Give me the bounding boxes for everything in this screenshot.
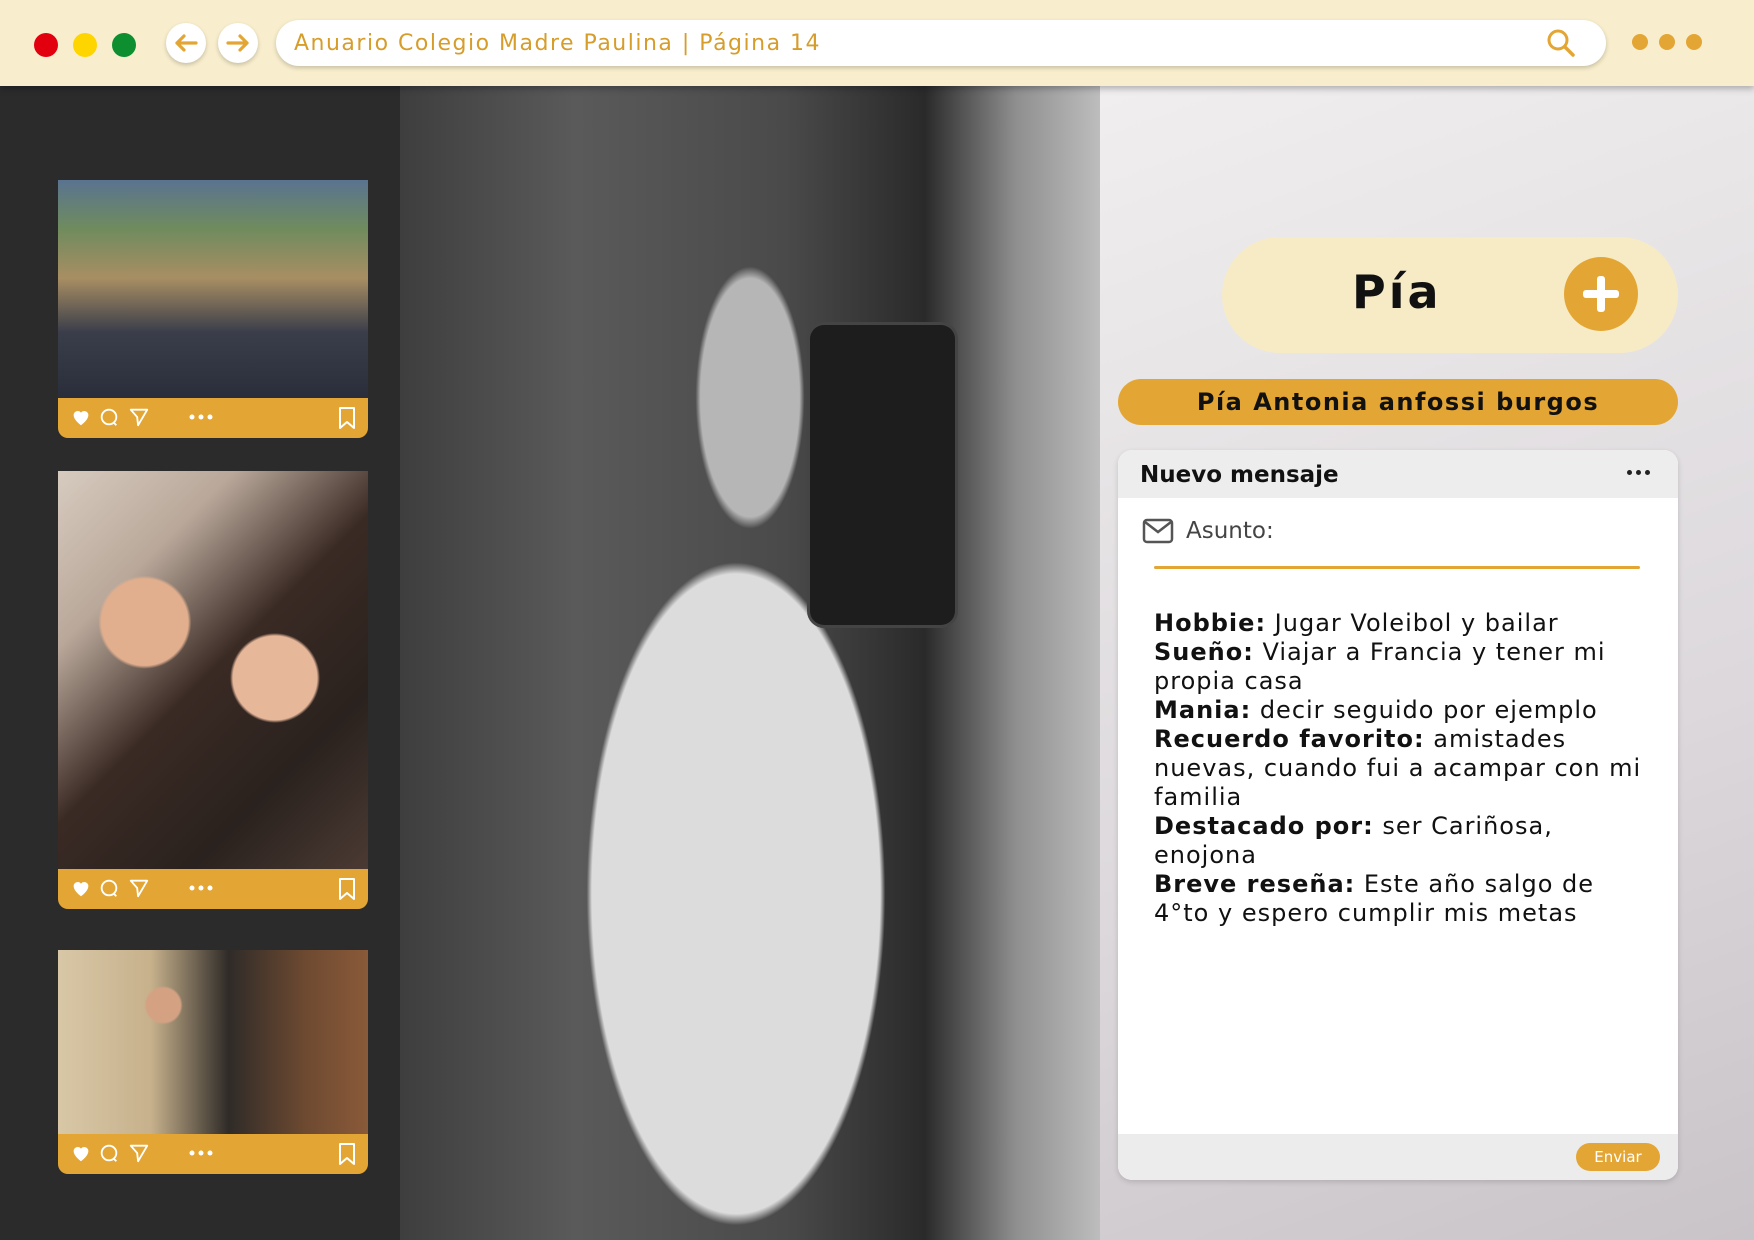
search-icon[interactable] — [1546, 28, 1576, 62]
browser-toolbar: Anuario Colegio Madre Paulina | Página 1… — [0, 0, 1754, 86]
bio-value: decir seguido por ejemplo — [1251, 696, 1598, 724]
minimize-window-dot[interactable] — [73, 33, 97, 57]
more-icon[interactable] — [188, 877, 214, 899]
posts-column — [0, 86, 400, 1240]
subject-underline — [1154, 566, 1640, 569]
bio-label: Sueño: — [1154, 638, 1254, 666]
send-button[interactable]: Enviar — [1576, 1143, 1660, 1171]
bio-line-destacado: Destacado por: ser Cariñosa, enojona — [1154, 812, 1654, 870]
bio-label: Destacado por: — [1154, 812, 1374, 840]
bio-label: Breve reseña: — [1154, 870, 1356, 898]
forward-button[interactable] — [218, 23, 258, 63]
new-message-card: Nuevo mensaje Asunto: Hobbie: Jugar Vole… — [1118, 450, 1678, 1180]
family-photo[interactable] — [58, 180, 368, 398]
phone-in-photo — [810, 325, 955, 625]
message-title: Nuevo mensaje — [1140, 462, 1339, 488]
post-card — [58, 180, 368, 438]
heart-icon[interactable] — [70, 406, 92, 428]
more-icon[interactable] — [188, 1142, 214, 1164]
bio-value: Jugar Voleibol y bailar — [1266, 609, 1559, 637]
profile-full-name: Pía Antonia anfossi burgos — [1118, 379, 1678, 425]
address-bar[interactable]: Anuario Colegio Madre Paulina | Página 1… — [276, 20, 1606, 66]
more-dots-icon[interactable] — [1627, 470, 1650, 475]
address-text: Anuario Colegio Madre Paulina | Página 1… — [294, 31, 822, 56]
bio-line-recuerdo: Recuerdo favorito: amistades nuevas, cua… — [1154, 725, 1654, 812]
comment-icon[interactable] — [98, 406, 120, 428]
bio-label: Hobbie: — [1154, 609, 1267, 637]
seated-portrait[interactable] — [58, 950, 368, 1134]
subject-field[interactable]: Asunto: — [1142, 518, 1274, 544]
arrow-right-icon — [226, 34, 249, 52]
bio-line-sueno: Sueño: Viajar a Francia y tener mi propi… — [1154, 638, 1654, 696]
bookmark-icon[interactable] — [336, 1142, 358, 1166]
comment-icon[interactable] — [98, 1142, 120, 1164]
heart-icon[interactable] — [70, 1142, 92, 1164]
bookmark-icon[interactable] — [336, 877, 358, 901]
post-action-bar — [58, 869, 368, 909]
post-card — [58, 950, 368, 1174]
profile-name-pill: Pía — [1222, 237, 1678, 353]
bio-label: Recuerdo favorito: — [1154, 725, 1425, 753]
more-icon[interactable] — [188, 406, 214, 428]
post-card — [58, 471, 368, 909]
bio-line-mania: Mania: decir seguido por ejemplo — [1154, 696, 1654, 725]
heart-icon[interactable] — [70, 877, 92, 899]
subject-label: Asunto: — [1186, 518, 1274, 544]
message-body: Hobbie: Jugar Voleibol y bailar Sueño: V… — [1154, 609, 1654, 928]
friends-selfie[interactable] — [58, 471, 368, 869]
back-button[interactable] — [166, 23, 206, 63]
send-icon[interactable] — [128, 1142, 150, 1164]
bio-line-resena: Breve reseña: Este año salgo de 4°to y e… — [1154, 870, 1654, 928]
message-footer: Enviar — [1118, 1134, 1678, 1180]
add-plus-button[interactable] — [1564, 257, 1638, 331]
main-portrait-photo — [400, 86, 1100, 1240]
comment-icon[interactable] — [98, 877, 120, 899]
bio-line-hobbie: Hobbie: Jugar Voleibol y bailar — [1154, 609, 1654, 638]
post-action-bar — [58, 1134, 368, 1174]
arrow-left-icon — [175, 34, 198, 52]
profile-short-name: Pía — [1352, 265, 1442, 319]
more-dots-icon[interactable] — [1632, 34, 1702, 50]
close-window-dot[interactable] — [34, 33, 58, 57]
bio-label: Mania: — [1154, 696, 1252, 724]
message-header: Nuevo mensaje — [1118, 450, 1678, 498]
envelope-icon — [1142, 518, 1174, 544]
send-icon[interactable] — [128, 877, 150, 899]
maximize-window-dot[interactable] — [112, 33, 136, 57]
send-icon[interactable] — [128, 406, 150, 428]
bookmark-icon[interactable] — [336, 406, 358, 430]
post-action-bar — [58, 398, 368, 438]
